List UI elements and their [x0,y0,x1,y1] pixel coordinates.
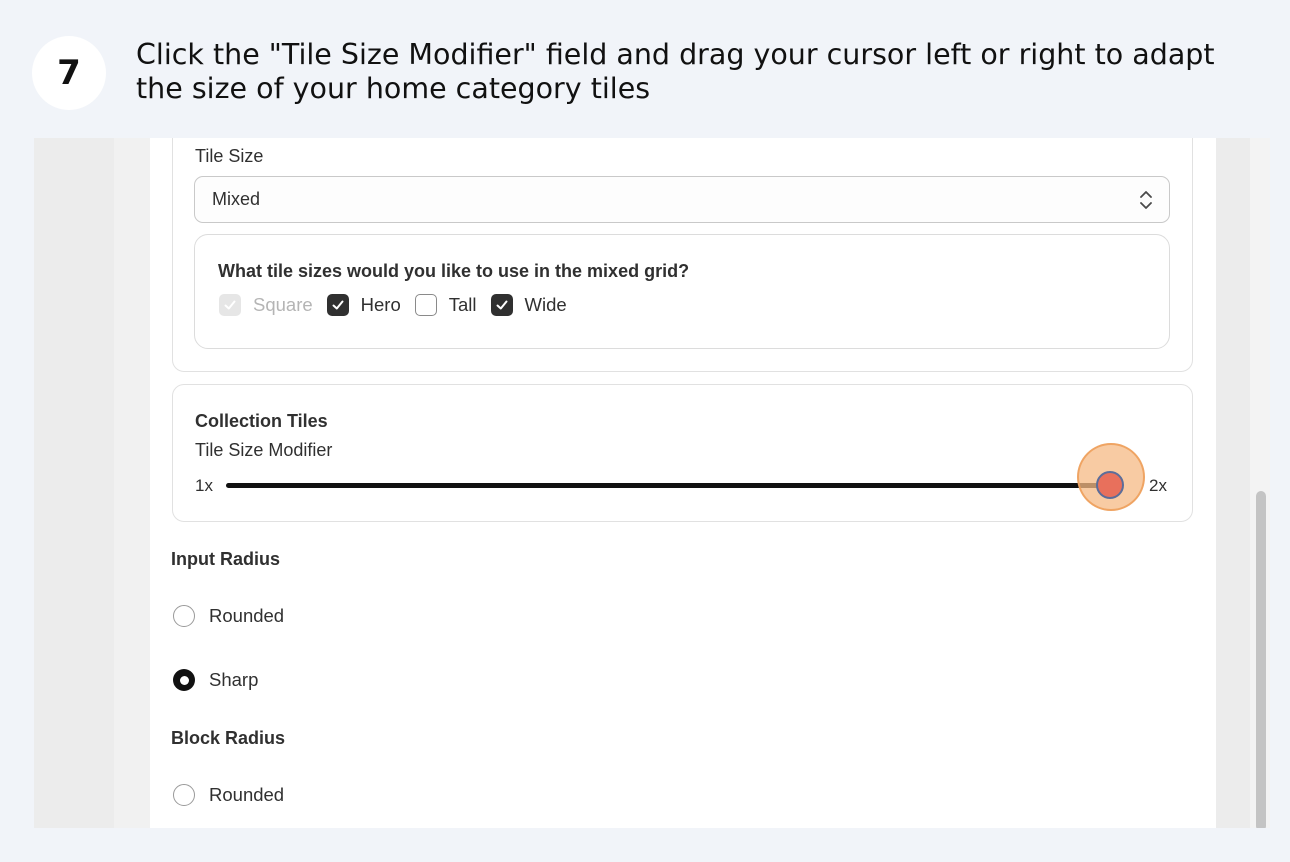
slider-thumb[interactable] [1096,471,1124,499]
collection-tiles-title: Collection Tiles [195,411,328,431]
tile-size-select-value: Mixed [212,189,261,209]
mixed-grid-options-card: What tile sizes would you like to use in… [194,234,1170,349]
checkbox-hero-label[interactable]: Hero [361,294,401,316]
left-gutter [114,138,150,828]
checkbox-square-label: Square [253,294,313,315]
tile-size-modifier-slider[interactable] [226,483,1114,488]
mixed-grid-checkbox-group: Square Hero Tall Wide [219,294,581,316]
scrollbar-thumb[interactable] [1256,491,1266,828]
select-chevron-icon [1140,191,1152,209]
step-instruction: Click the "Tile Size Modifier" field and… [136,38,1215,105]
checkmark-icon [224,300,236,310]
block-radius-rounded-option[interactable]: Rounded [173,784,284,806]
slider-max-label: 2x [1149,476,1167,495]
radio-button[interactable] [173,605,195,627]
checkbox-tall-label[interactable]: Tall [449,294,477,316]
checkmark-icon [496,300,508,310]
checkbox-tall[interactable] [414,294,437,316]
checkbox-wide-label[interactable]: Wide [525,294,567,316]
tile-size-label: Tile Size [195,146,264,166]
block-radius-title: Block Radius [171,728,286,748]
checkbox-wide[interactable] [490,294,513,316]
tile-size-select[interactable]: Mixed [194,176,1170,223]
step-header: 7 Click the "Tile Size Modifier" field a… [0,0,1290,138]
input-radius-sharp-option[interactable]: Sharp [173,669,258,691]
mixed-grid-question: What tile sizes would you like to use in… [218,261,690,281]
radio-button[interactable] [173,784,195,806]
input-radius-title: Input Radius [171,549,280,569]
input-radius-rounded-option[interactable]: Rounded [173,605,284,627]
tile-size-modifier-label: Tile Size Modifier [195,440,333,460]
radio-label[interactable]: Rounded [209,784,284,806]
collection-tiles-card: Collection Tiles Tile Size Modifier 1x 2… [172,384,1193,522]
checkmark-icon [332,300,344,310]
slider-min-label: 1x [195,476,213,495]
radio-label[interactable]: Sharp [209,669,258,691]
step-number-badge: 7 [32,36,106,110]
checkbox-square [219,294,241,316]
radio-label[interactable]: Rounded [209,605,284,627]
screenshot-area: Tile Size Mixed What tile sizes would yo… [34,138,1270,828]
checkbox-hero[interactable] [326,294,349,316]
radio-button-selected[interactable] [173,669,195,691]
